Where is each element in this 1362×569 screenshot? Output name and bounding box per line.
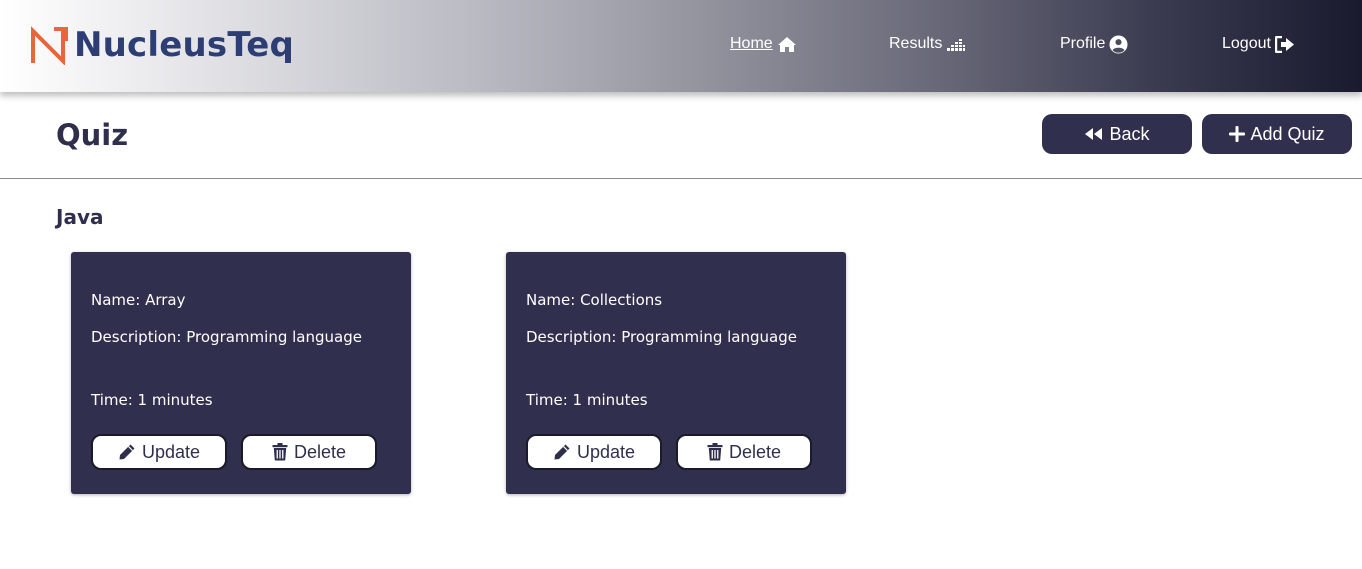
quiz-time: Time: 1 minutes (91, 391, 213, 409)
quiz-description: Description: Programming language (91, 328, 362, 346)
top-navbar: NucleusTeq Home Results Profile Logout (0, 0, 1362, 92)
quiz-description: Description: Programming language (526, 328, 797, 346)
quiz-name: Name: Array (91, 291, 186, 309)
brand-logo[interactable]: NucleusTeq (30, 24, 294, 66)
add-quiz-button-label: Add Quiz (1250, 123, 1325, 144)
plus-icon (1229, 126, 1246, 142)
delete-button[interactable]: Delete (241, 434, 377, 470)
quiz-card: Name: Collections Description: Programmi… (506, 252, 846, 494)
nucleusteq-logo-icon (31, 26, 68, 65)
user-circle-icon (1109, 34, 1128, 54)
update-button-label: Update (141, 441, 201, 462)
update-button[interactable]: Update (91, 434, 227, 470)
chart-icon (947, 39, 966, 51)
back-button-label: Back (1109, 123, 1150, 144)
brand-name: NucleusTeq (74, 25, 295, 65)
quiz-time: Time: 1 minutes (526, 391, 648, 409)
nav-home[interactable]: Home (730, 32, 797, 56)
delete-button-label: Delete (728, 441, 782, 462)
nav-profile-label: Profile (1060, 35, 1106, 52)
update-button[interactable]: Update (526, 434, 662, 470)
quiz-card: Name: Array Description: Programming lan… (71, 252, 411, 494)
page-title: Quiz (56, 118, 129, 152)
back-button[interactable]: Back (1042, 114, 1192, 154)
pencil-icon (554, 444, 570, 460)
backward-icon (1085, 128, 1103, 140)
nav-logout[interactable]: Logout (1222, 32, 1295, 56)
header-divider (0, 178, 1362, 179)
trash-icon (272, 443, 288, 461)
nav-results[interactable]: Results (889, 32, 966, 56)
delete-button[interactable]: Delete (676, 434, 812, 470)
quiz-name: Name: Collections (526, 291, 663, 309)
pencil-icon (119, 444, 135, 460)
nav-logout-label: Logout (1222, 35, 1271, 52)
nav-profile[interactable]: Profile (1060, 32, 1128, 56)
nav-home-label: Home (730, 35, 773, 52)
nav-results-label: Results (889, 35, 943, 52)
add-quiz-button[interactable]: Add Quiz (1202, 114, 1352, 154)
logout-icon (1274, 35, 1294, 53)
trash-icon (707, 443, 723, 461)
section-title: Java (56, 205, 104, 229)
update-button-label: Update (576, 441, 636, 462)
home-icon (777, 36, 796, 52)
delete-button-label: Delete (293, 441, 347, 462)
